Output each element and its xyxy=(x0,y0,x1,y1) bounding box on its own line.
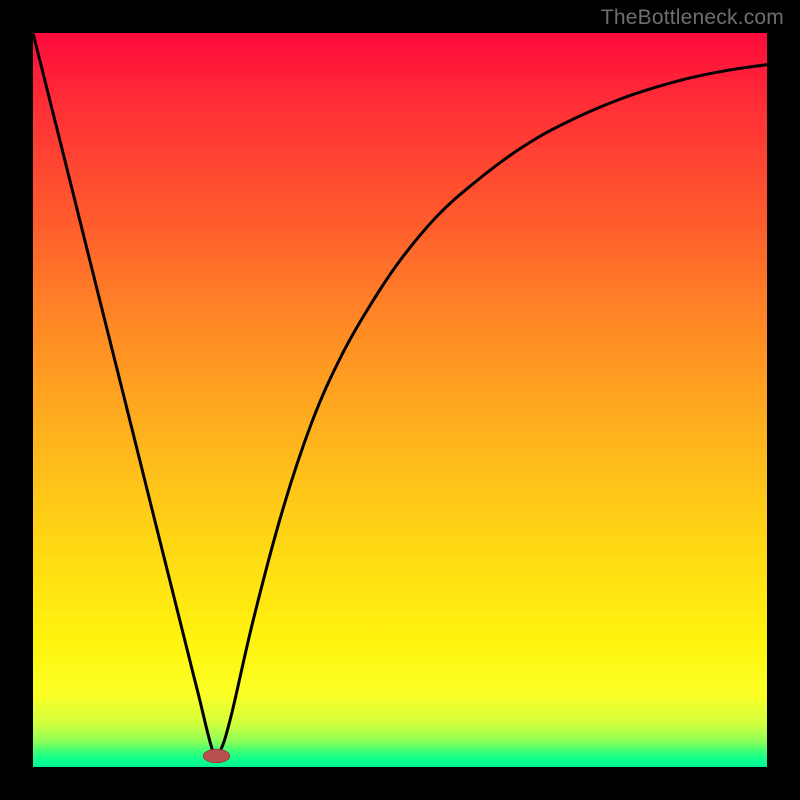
bottleneck-curve xyxy=(33,33,767,757)
chart-svg xyxy=(33,33,767,767)
optimal-point-marker xyxy=(203,749,229,762)
plot-area xyxy=(33,33,767,767)
watermark-text: TheBottleneck.com xyxy=(601,6,784,30)
chart-frame: TheBottleneck.com xyxy=(0,0,800,800)
